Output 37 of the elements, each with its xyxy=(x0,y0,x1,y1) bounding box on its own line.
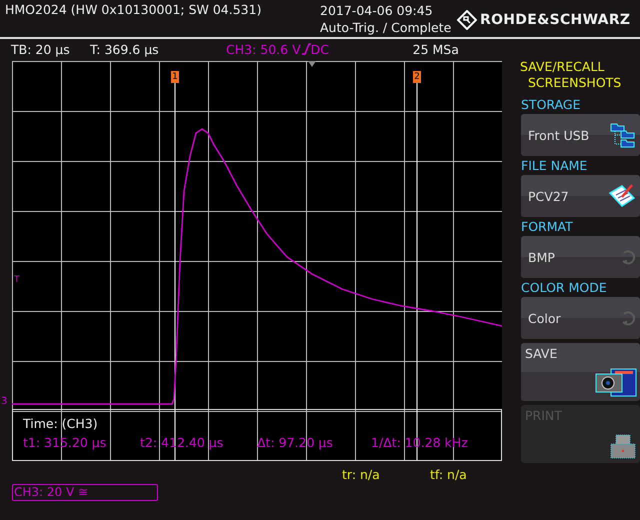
softkey-heading: FORMAT xyxy=(520,219,574,235)
measurement-title: Time: (CH3) xyxy=(23,416,99,431)
cycle-icon xyxy=(620,310,636,326)
softkey[interactable]: Color xyxy=(521,297,640,339)
measurement-value: tf: n/a xyxy=(430,466,468,482)
softkey[interactable]: PCV27 xyxy=(521,175,640,217)
action-button[interactable]: SAVE xyxy=(521,343,640,401)
softkey[interactable]: Front USB xyxy=(521,114,640,156)
cursor-marker[interactable]: 2 xyxy=(413,71,421,83)
channel-label[interactable]: CH3: 20 V ≅ xyxy=(12,484,158,501)
sample-rate: 25 MSa xyxy=(412,42,459,56)
menu-subtitle: SCREENSHOTS xyxy=(527,75,622,91)
softkey[interactable]: BMP xyxy=(521,236,640,278)
diamond-logo-icon xyxy=(457,10,477,30)
measurement-value: tr: n/a xyxy=(342,466,381,482)
channel-marker: 3 xyxy=(1,396,8,407)
menu-title: SAVE/RECALL xyxy=(519,59,606,75)
acquisition-status: Auto-Trig. / Complete xyxy=(320,19,452,36)
softkey-heading: COLOR MODE xyxy=(520,280,608,296)
camera-icon xyxy=(595,368,637,398)
softkey-heading: FILE NAME xyxy=(520,158,588,174)
trigger-marker: T xyxy=(14,275,20,285)
cycle-icon xyxy=(620,249,636,265)
printer-icon xyxy=(609,434,637,460)
rising-edge-icon xyxy=(300,43,311,55)
timebase: TB: 20 µs xyxy=(11,42,71,56)
device-title: HMO2024 (HW 0x10130001; SW 04.531) xyxy=(5,2,262,17)
trigger-coupling: DC xyxy=(310,42,330,56)
trigger-level: CH3: 50.6 V xyxy=(226,42,301,56)
softkey-heading: STORAGE xyxy=(520,97,582,113)
brand-name: ROHDE&SCHWARZ xyxy=(480,12,630,28)
cursor-marker[interactable]: 1 xyxy=(171,71,179,83)
trigger-position-icon xyxy=(308,61,316,67)
trigger-time: T: 369.6 µs xyxy=(90,42,160,56)
notepad-icon xyxy=(608,183,636,209)
date-time: 2017-04-06 09:45 xyxy=(320,2,434,19)
folder-tree-icon xyxy=(610,122,636,148)
